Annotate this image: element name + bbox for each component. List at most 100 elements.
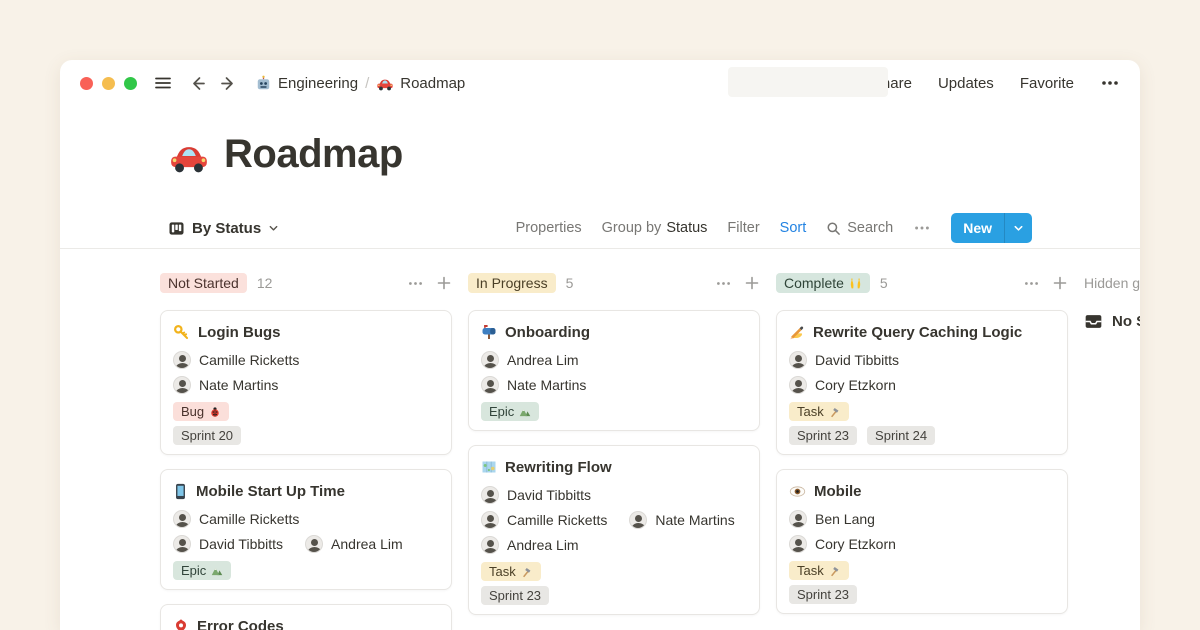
car-icon[interactable] [168, 134, 210, 176]
hidden-card-title: No Status [1112, 313, 1140, 330]
page-header: Roadmap [168, 132, 403, 177]
search-icon [826, 221, 841, 236]
view-more-options-icon[interactable] [913, 219, 931, 237]
mailbox-icon [481, 324, 497, 340]
group-add-icon[interactable] [436, 275, 452, 291]
close-window-button[interactable] [80, 77, 93, 90]
group-count: 5 [880, 275, 888, 291]
titlebar: Engineering / Roadmap Share Updates Favo… [60, 60, 1140, 106]
view-toolbar: By Status Properties Group by Status Fil… [168, 212, 1032, 244]
search-button[interactable]: Search [826, 220, 893, 236]
group-name: Complete [784, 275, 844, 291]
view-switcher-label: By Status [192, 220, 261, 237]
more-options-icon[interactable] [1100, 73, 1120, 93]
minimize-window-button[interactable] [102, 77, 115, 90]
group-name: In Progress [476, 275, 548, 291]
avatar [481, 536, 499, 554]
person-name: David Tibbitts [815, 352, 899, 368]
column-not-started: Not Started 12 Login Bugs Camille Ricket… [160, 270, 452, 630]
card-onboarding[interactable]: Onboarding Andrea Lim Nate Martins Epic [468, 310, 760, 431]
tag-sprint: Sprint 20 [173, 426, 241, 445]
person-name: Andrea Lim [331, 536, 403, 552]
group-pill-not-started[interactable]: Not Started [160, 273, 247, 293]
new-dropdown-button[interactable] [1004, 213, 1032, 243]
breadcrumb-page[interactable]: Roadmap [376, 74, 465, 92]
card-title: Error Codes [197, 618, 284, 630]
sort-button[interactable]: Sort [780, 220, 807, 236]
card-rewrite-query-caching-logic[interactable]: Rewrite Query Caching Logic David Tibbit… [776, 310, 1068, 455]
avatar [789, 351, 807, 369]
breadcrumb: Engineering / Roadmap [255, 74, 465, 92]
card-error-codes[interactable]: Error Codes [160, 604, 452, 630]
column-complete: Complete 5 Rewrite Query Caching Logic D… [776, 270, 1068, 614]
hover-highlight [728, 67, 888, 97]
forward-arrow-icon[interactable] [218, 74, 237, 93]
group-more-icon[interactable] [1023, 275, 1040, 292]
card-mobile-start-up-time[interactable]: Mobile Start Up Time Camille Ricketts Da… [160, 469, 452, 590]
group-more-icon[interactable] [407, 275, 424, 292]
breadcrumb-separator: / [365, 75, 369, 92]
person-name: David Tibbitts [507, 487, 591, 503]
favorite-button[interactable]: Favorite [1020, 75, 1074, 92]
person-name: Camille Ricketts [199, 352, 299, 368]
new-button-label: New [951, 213, 1004, 243]
tag-task: Task [789, 402, 849, 421]
card-rewriting-flow[interactable]: Rewriting Flow David Tibbitts Camille Ri… [468, 445, 760, 615]
updates-button[interactable]: Updates [938, 75, 994, 92]
sidebar-menu-icon[interactable] [153, 73, 173, 93]
group-by-button[interactable]: Group by Status [602, 220, 708, 236]
properties-button[interactable]: Properties [516, 220, 582, 236]
card-mobile[interactable]: Mobile Ben Lang Cory Etzkorn Task Sprint… [776, 469, 1068, 614]
column-hidden-groups: Hidden groups No Status [1084, 270, 1140, 331]
group-more-icon[interactable] [715, 275, 732, 292]
card-title: Rewriting Flow [505, 459, 612, 476]
person-name: Camille Ricketts [199, 511, 299, 527]
toolbar-divider [60, 248, 1140, 249]
breadcrumb-workspace-label: Engineering [278, 75, 358, 92]
hidden-groups-label[interactable]: Hidden groups [1084, 275, 1140, 291]
filter-button[interactable]: Filter [727, 220, 759, 236]
name-badge-icon [173, 618, 189, 630]
tag-epic: Epic [173, 561, 231, 580]
card-title: Mobile Start Up Time [196, 483, 345, 500]
tag-bug: Bug [173, 402, 229, 421]
group-add-icon[interactable] [744, 275, 760, 291]
avatar [789, 510, 807, 528]
hidden-card-no-status[interactable]: No Status [1084, 312, 1140, 331]
hammer-icon [521, 566, 533, 578]
avatar [481, 376, 499, 394]
avatar [305, 535, 323, 553]
avatar [173, 351, 191, 369]
group-by-label: Group by [602, 220, 662, 236]
window-controls [80, 77, 137, 90]
card-title: Onboarding [505, 324, 590, 341]
card-title: Rewrite Query Caching Logic [813, 324, 1022, 341]
person-name: Nate Martins [507, 377, 586, 393]
app-window: Engineering / Roadmap Share Updates Favo… [60, 60, 1140, 630]
chevron-down-icon [1013, 223, 1024, 234]
person-name: Camille Ricketts [507, 512, 607, 528]
group-add-icon[interactable] [1052, 275, 1068, 291]
group-pill-complete[interactable]: Complete [776, 273, 870, 293]
back-arrow-icon[interactable] [189, 74, 208, 93]
card-title: Login Bugs [198, 324, 281, 341]
eye-icon [789, 483, 806, 500]
group-count: 5 [566, 275, 574, 291]
group-pill-in-progress[interactable]: In Progress [468, 273, 556, 293]
group-name: Not Started [168, 275, 239, 291]
person-name: Ben Lang [815, 511, 875, 527]
card-title: Mobile [814, 483, 862, 500]
zoom-window-button[interactable] [124, 77, 137, 90]
avatar [173, 510, 191, 528]
page-title[interactable]: Roadmap [224, 132, 403, 177]
person-name: David Tibbitts [199, 536, 283, 552]
tag-sprint: Sprint 23 [481, 586, 549, 605]
person-name: Andrea Lim [507, 352, 579, 368]
new-button[interactable]: New [951, 213, 1032, 243]
view-switcher[interactable]: By Status [168, 220, 279, 237]
avatar [629, 511, 647, 529]
breadcrumb-workspace[interactable]: Engineering [255, 75, 358, 92]
tag-sprint: Sprint 24 [867, 426, 935, 445]
avatar [789, 376, 807, 394]
card-login-bugs[interactable]: Login Bugs Camille Ricketts Nate Martins… [160, 310, 452, 455]
